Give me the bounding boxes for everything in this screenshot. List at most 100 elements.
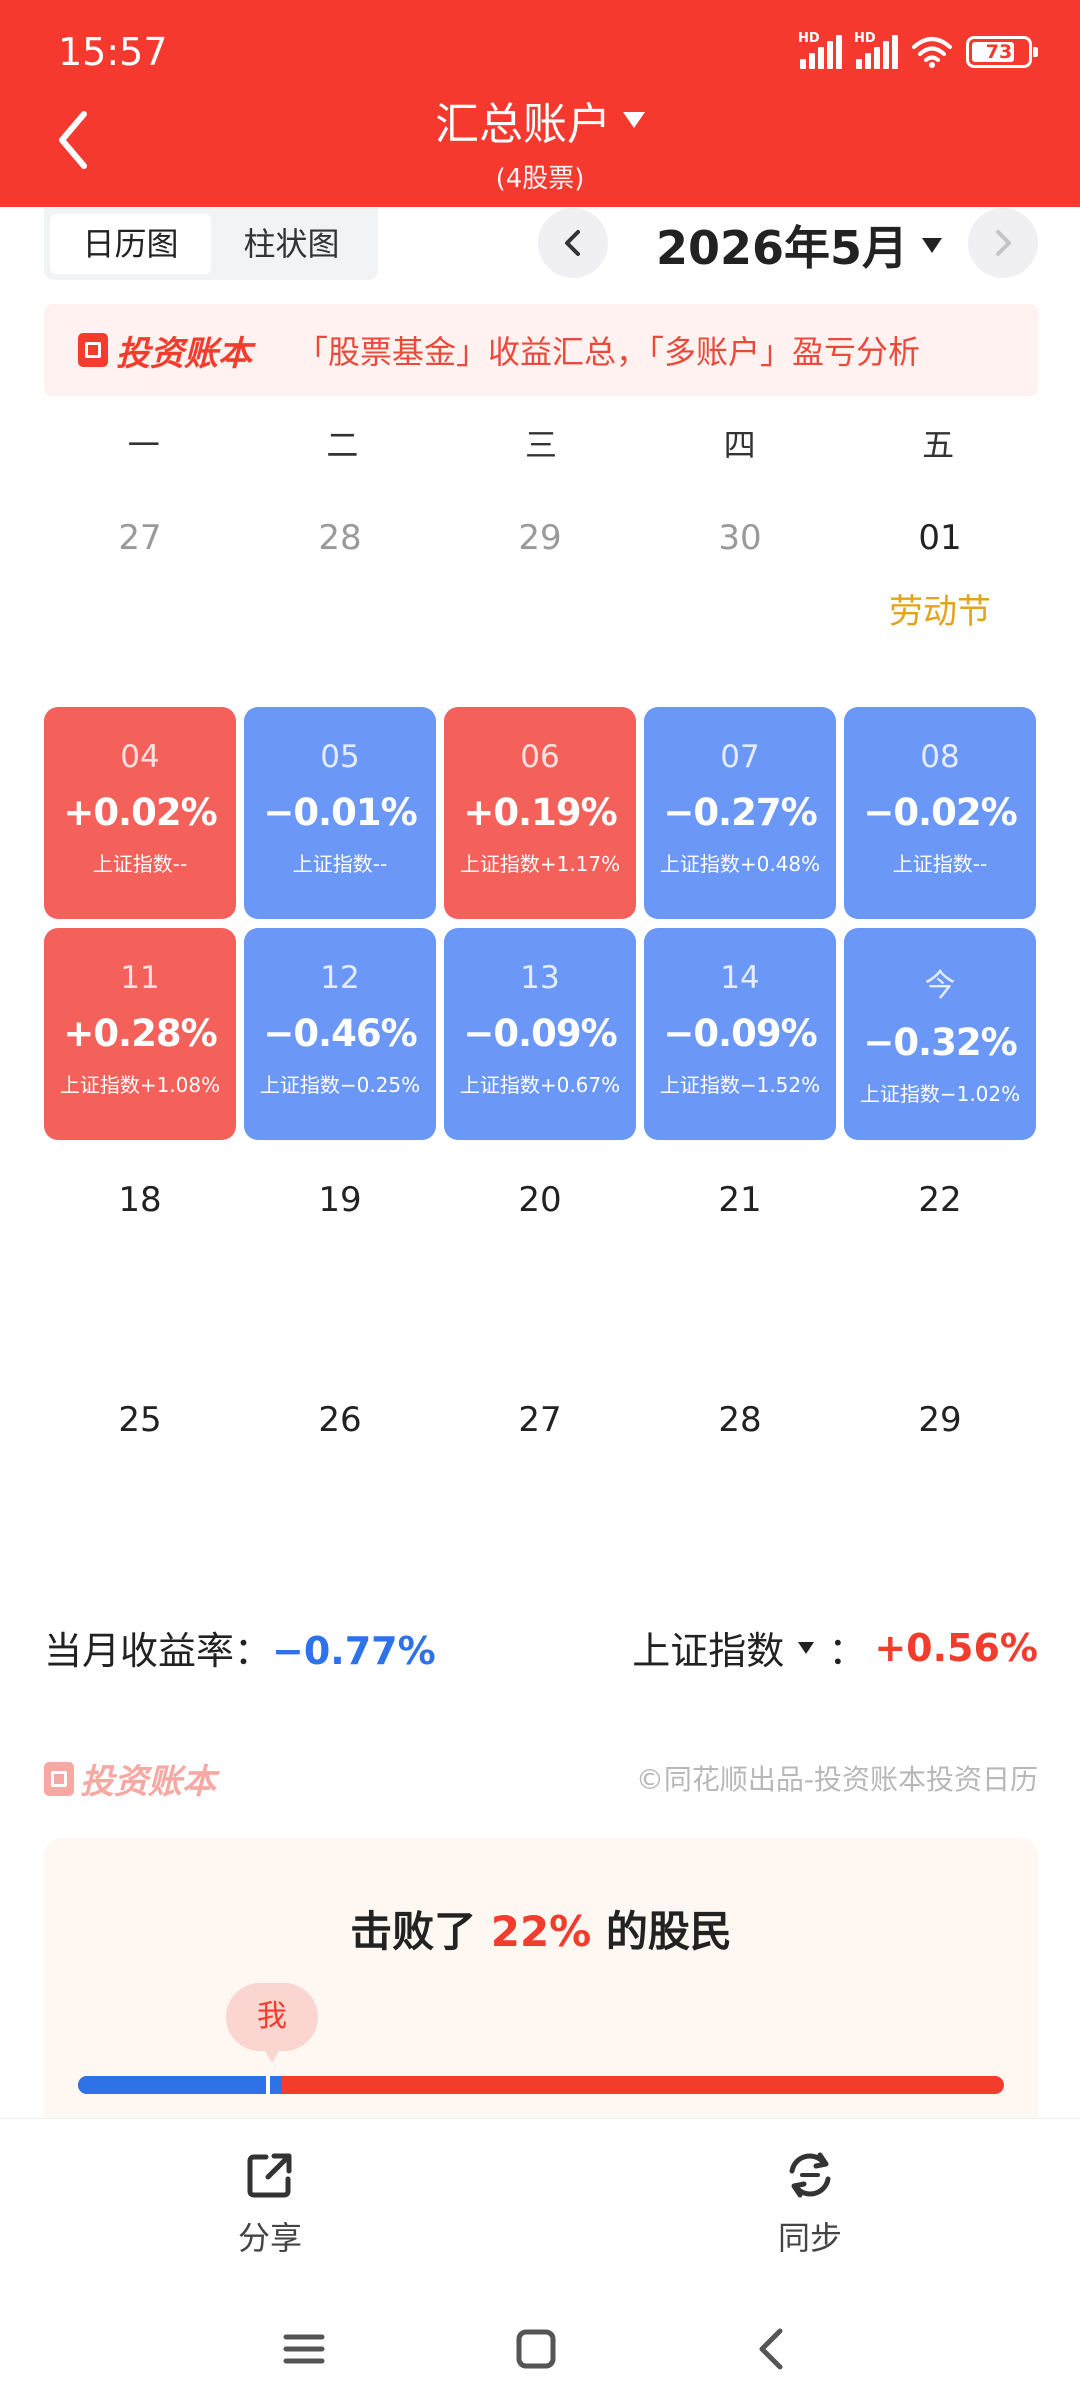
tile-return: −0.09% <box>463 1012 617 1055</box>
weekday-tue: 二 <box>326 426 359 464</box>
prev-month-button[interactable] <box>538 208 608 278</box>
caret-down-icon[interactable] <box>798 1641 815 1654</box>
tab-calendar[interactable]: 日历图 <box>50 214 211 274</box>
calendar-day[interactable]: 26 <box>244 1400 436 1440</box>
signal-icon: HD <box>854 31 898 69</box>
calendar-day[interactable]: 21 <box>644 1180 836 1220</box>
tile-index: 上证指数-- <box>92 852 188 876</box>
tile-index: 上证指数−0.25% <box>259 1073 421 1097</box>
calendar-day[interactable]: 19 <box>244 1180 436 1220</box>
next-month-button[interactable] <box>968 208 1038 278</box>
battery-level: 73 <box>985 41 1013 63</box>
calendar-tile[interactable]: 04 +0.02% 上证指数-- <box>44 707 236 919</box>
battery-icon: 73 <box>966 36 1038 68</box>
tile-return: −0.02% <box>863 791 1017 834</box>
promo-banner[interactable]: 投资账本 「股票基金」收益汇总，「多账户」盈亏分析 <box>44 304 1038 396</box>
ranking-bar-marker <box>266 2076 270 2094</box>
calendar-tile[interactable]: 11 +0.28% 上证指数+1.08% <box>44 928 236 1140</box>
tile-index: 上证指数+0.67% <box>459 1073 621 1097</box>
ledger-logo-icon <box>44 1761 74 1796</box>
weekday-header: 一 二 三 四 五 <box>44 420 1038 466</box>
tile-index: 上证指数−1.02% <box>859 1082 1021 1106</box>
page-subtitle: (4股票) <box>495 164 585 194</box>
sync-label: 同步 <box>777 2219 842 2257</box>
calendar-day[interactable]: 18 <box>44 1180 236 1220</box>
calendar-tile[interactable]: 14 −0.09% 上证指数−1.52% <box>644 928 836 1140</box>
weekday-wed: 三 <box>524 426 557 464</box>
calendar-tile[interactable]: 08 −0.02% 上证指数-- <box>844 707 1036 919</box>
tile-return: −0.01% <box>263 791 417 834</box>
calendar-day-number: 01 <box>918 518 962 558</box>
calendar-day[interactable]: 28 <box>644 1400 836 1440</box>
copyright-text: ©同花顺出品-投资账本投资日历 <box>635 1763 1038 1796</box>
weekday-thu: 四 <box>723 426 756 464</box>
calendar-tile[interactable]: 07 −0.27% 上证指数+0.48% <box>644 707 836 919</box>
tile-day: 11 <box>120 960 160 996</box>
calendar-tile[interactable]: 06 +0.19% 上证指数+1.17% <box>444 707 636 919</box>
home-nav-icon[interactable] <box>506 2319 566 2379</box>
chevron-right-icon <box>996 230 1011 256</box>
tile-index: 上证指数-- <box>892 852 988 876</box>
tile-return: +0.02% <box>63 791 217 834</box>
menu-nav-icon[interactable] <box>274 2319 334 2379</box>
account-selector[interactable]: 汇总账户 <box>435 88 645 152</box>
calendar-day[interactable]: 25 <box>44 1400 236 1440</box>
ranking-bar-fill <box>78 2076 282 2094</box>
view-toggle: 日历图 柱状图 <box>44 208 378 280</box>
tile-day: 今 <box>924 968 956 1004</box>
month-label: 2026年5月 <box>656 221 909 275</box>
calendar-day[interactable]: 20 <box>444 1180 636 1220</box>
page-title: 汇总账户 <box>435 99 611 150</box>
tile-day: 05 <box>320 739 360 775</box>
calendar-day[interactable]: 22 <box>844 1180 1036 1220</box>
calendar-tile[interactable]: 05 −0.01% 上证指数-- <box>244 707 436 919</box>
app-header: 15:57 HD HD 73 汇总账户 (4股票) <box>0 0 1080 207</box>
calendar-day[interactable]: 27 <box>444 1400 636 1440</box>
bottom-bar: 分享 同步 <box>0 2118 1080 2400</box>
status-time: 15:57 <box>58 30 168 74</box>
footer-brand: 投资账本 <box>44 1754 216 1803</box>
calendar-day[interactable]: 29 <box>844 1400 1036 1440</box>
tile-index: 上证指数+0.48% <box>659 852 821 876</box>
wifi-icon <box>912 37 952 68</box>
back-nav-icon[interactable] <box>742 2319 802 2379</box>
monthly-return-label: 当月收益率： <box>44 1629 273 1673</box>
tile-day: 12 <box>320 960 360 996</box>
tile-return: +0.28% <box>63 1012 217 1055</box>
tile-return: +0.19% <box>463 791 617 834</box>
calendar-tile[interactable]: 13 −0.09% 上证指数+0.67% <box>444 928 636 1140</box>
tile-index: 上证指数−1.52% <box>659 1073 821 1097</box>
calendar-tile-today[interactable]: 今 −0.32% 上证指数−1.02% <box>844 928 1036 1140</box>
sync-button[interactable]: 同步 <box>730 2149 890 2259</box>
calendar-day-holiday[interactable]: 01 劳动节 <box>844 518 1036 633</box>
tile-index: 上证指数-- <box>292 852 388 876</box>
signal-icon: HD <box>798 31 842 69</box>
month-selector[interactable]: 2026年5月 <box>656 212 943 278</box>
benchmark-colon: ： <box>828 1629 867 1673</box>
sync-icon <box>789 2152 831 2198</box>
ranking-card: 击败了 22% 的股民 我 <box>44 1838 1038 2118</box>
weekday-fri: 五 <box>922 426 955 464</box>
tile-return: −0.32% <box>863 1021 1017 1064</box>
share-button[interactable]: 分享 <box>190 2149 350 2259</box>
benchmark-selector[interactable]: 上证指数 <box>632 1620 784 1675</box>
calendar-day: 29 <box>518 518 562 558</box>
tab-bar-chart[interactable]: 柱状图 <box>211 214 372 274</box>
benchmark-return: 上证指数 ： +0.56% <box>632 1620 1038 1675</box>
ledger-logo-icon <box>78 333 108 367</box>
monthly-return: 当月收益率：−0.77% <box>44 1620 436 1675</box>
caret-down-icon <box>922 237 943 253</box>
ranking-percent: 22% <box>490 1907 592 1956</box>
caret-down-icon <box>623 112 645 128</box>
tile-day: 06 <box>520 739 560 775</box>
calendar-tile[interactable]: 12 −0.46% 上证指数−0.25% <box>244 928 436 1140</box>
title-block[interactable]: 汇总账户 (4股票) <box>0 88 1080 195</box>
tile-day: 08 <box>920 739 960 775</box>
tile-day: 14 <box>720 960 760 996</box>
chevron-left-icon <box>565 230 580 256</box>
tile-day: 13 <box>520 960 560 996</box>
share-label: 分享 <box>237 2219 302 2257</box>
ranking-prefix: 击败了 <box>350 1907 491 1956</box>
footer-brand-name: 投资账本 <box>80 1762 216 1802</box>
tile-return: −0.46% <box>263 1012 417 1055</box>
